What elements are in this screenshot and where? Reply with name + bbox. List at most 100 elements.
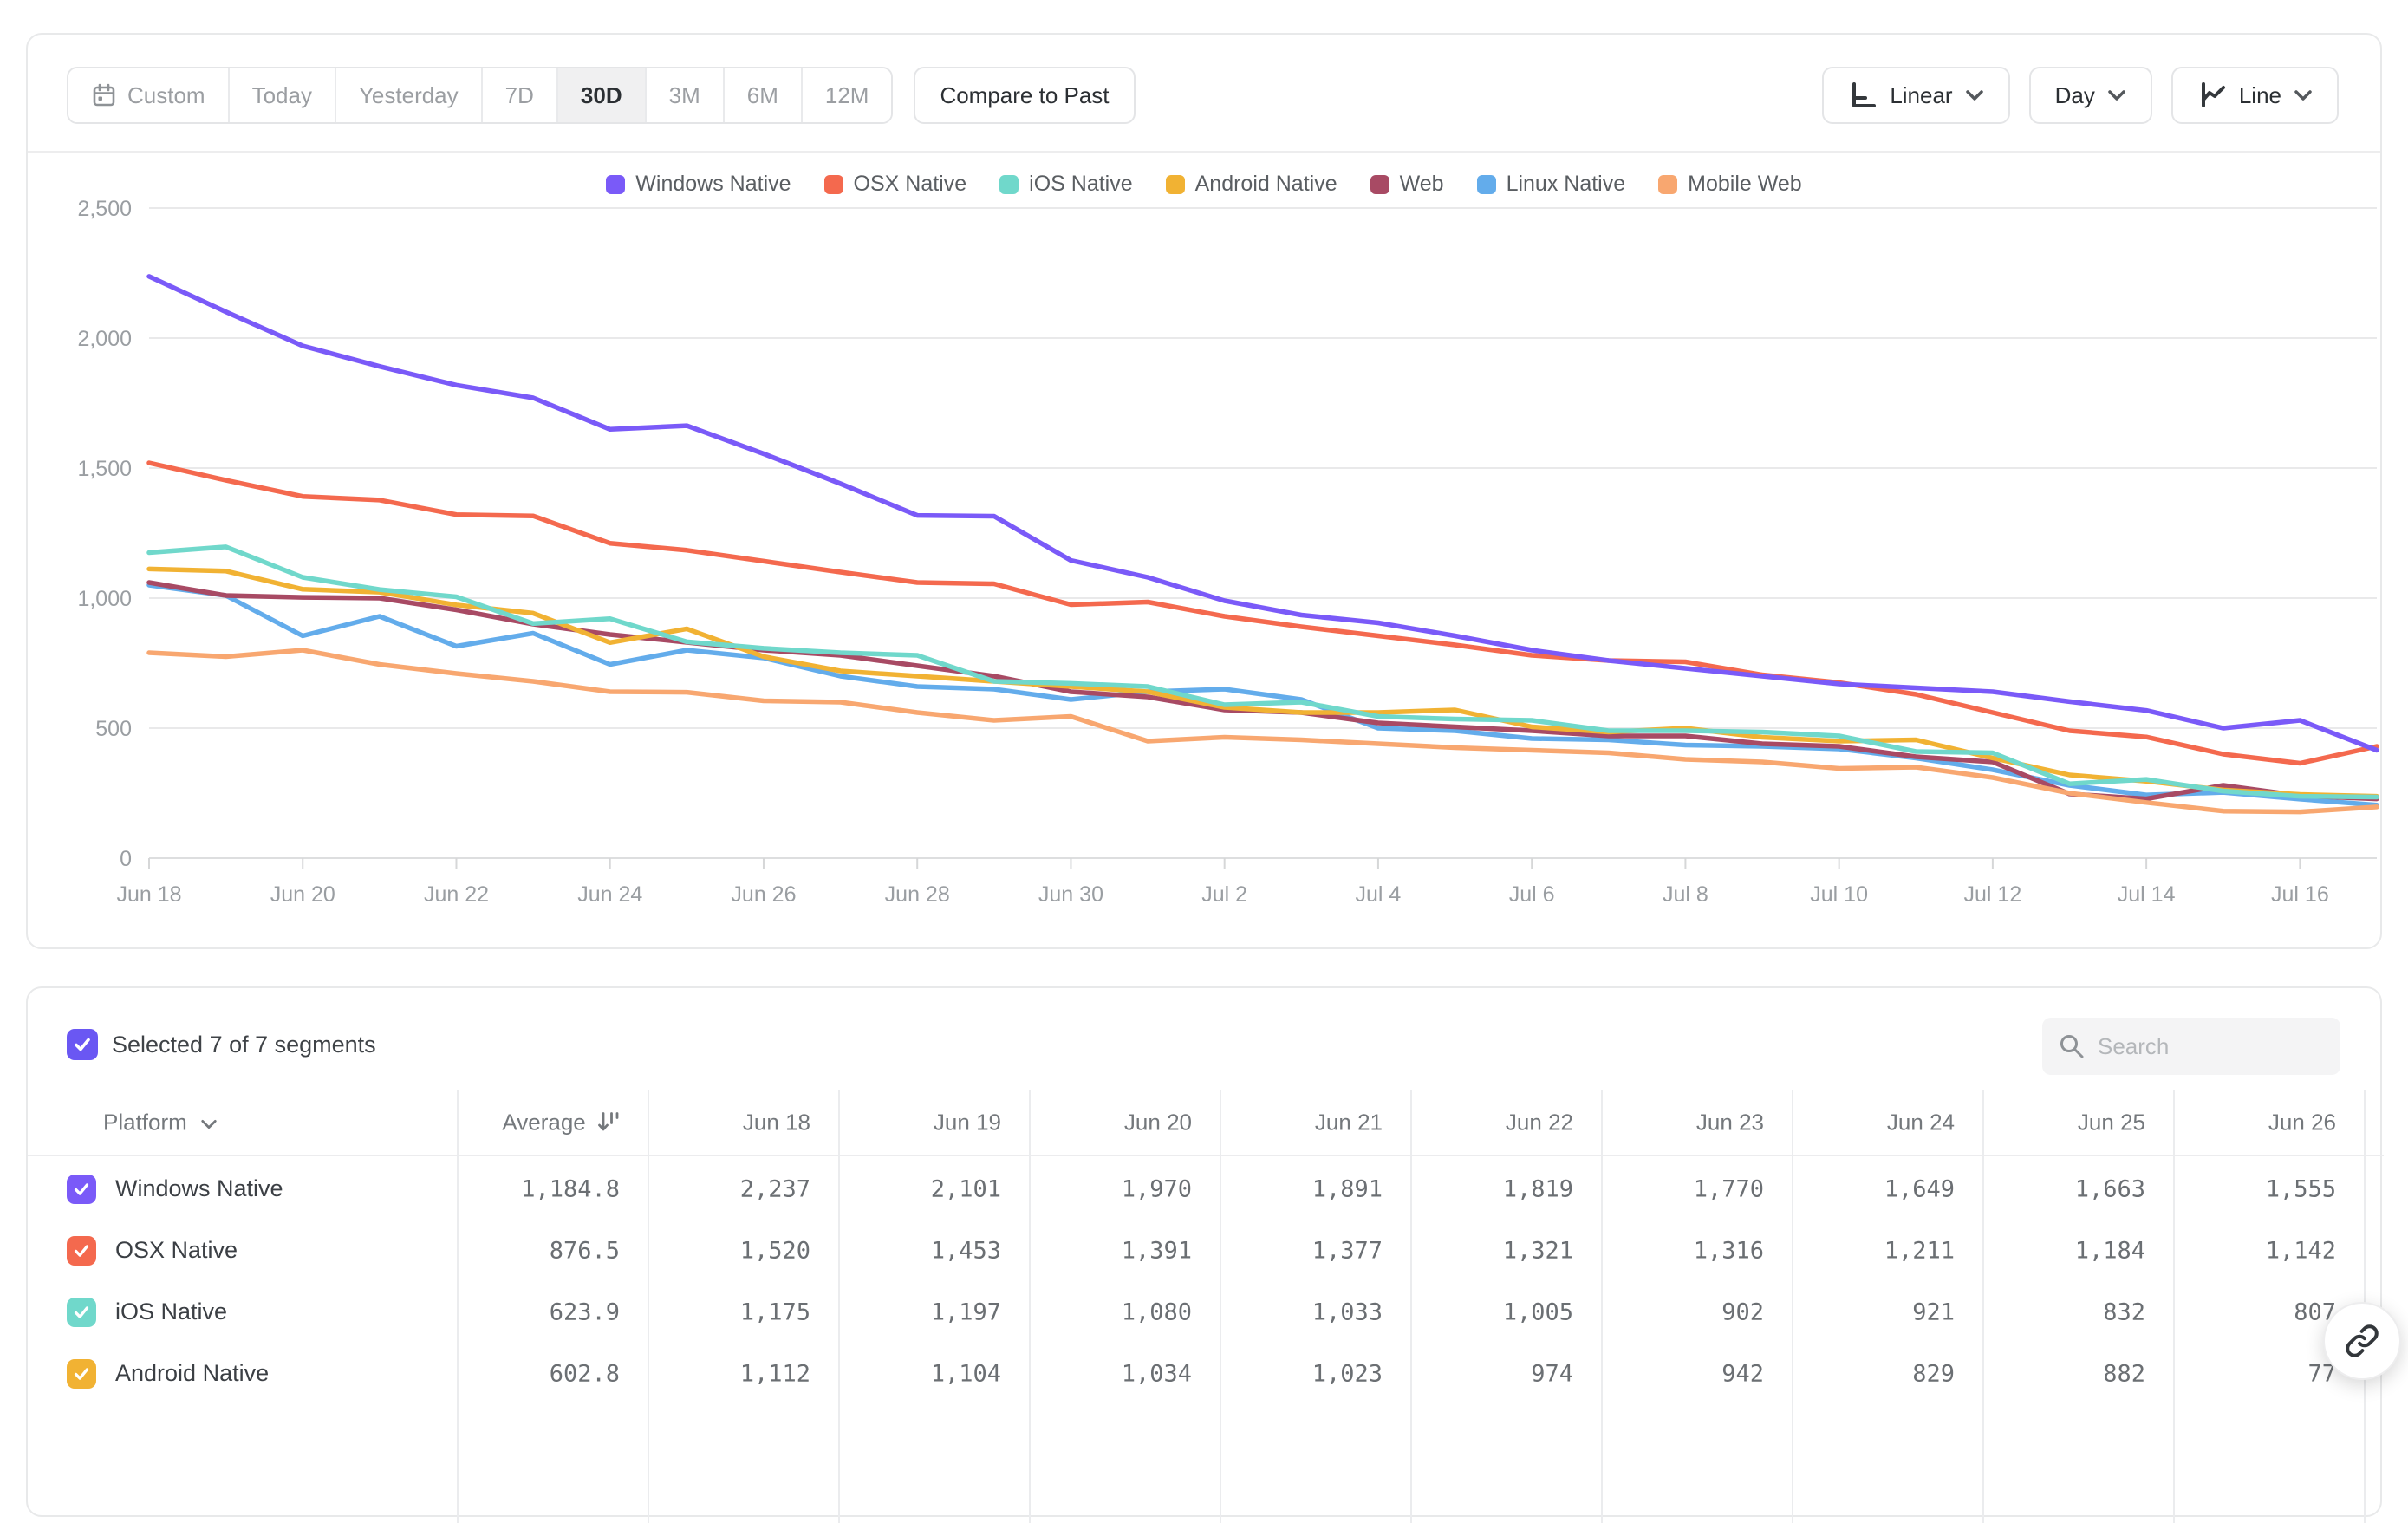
column-header-platform[interactable]: Platform <box>103 1109 218 1136</box>
y-axis-tick-label: 0 <box>120 847 132 871</box>
x-axis-tick-label: Jun 28 <box>885 882 950 907</box>
range-button-custom[interactable]: Custom <box>68 68 228 122</box>
series-line-web[interactable] <box>149 583 2377 799</box>
table-cell: 1,377 <box>1220 1237 1383 1264</box>
column-header-date[interactable]: Jun 22 <box>1410 1109 1573 1136</box>
table-cell: 1,316 <box>1601 1237 1764 1264</box>
chevron-down-icon <box>2107 89 2126 101</box>
chart-type-dropdown[interactable]: Line <box>2171 67 2339 124</box>
x-axis-tick-label: Jun 24 <box>577 882 642 907</box>
column-header-label: Jun 22 <box>1506 1109 1573 1135</box>
y-axis-tick-label: 2,500 <box>77 197 132 221</box>
table-cell: 1,453 <box>838 1237 1001 1264</box>
table-cell: 1,034 <box>1029 1360 1192 1387</box>
chart-card: Custom Today Yesterday 7D 30D 3M 6M 12M Compare… <box>26 33 2382 949</box>
range-button-today[interactable]: Today <box>228 68 335 122</box>
x-axis-tick-label: Jun 20 <box>270 882 335 907</box>
segment-checkbox-ios[interactable] <box>67 1298 96 1327</box>
column-header-date[interactable]: Jun 25 <box>1982 1109 2145 1136</box>
check-icon <box>72 1180 91 1199</box>
interval-dropdown-label: Day <box>2055 82 2095 109</box>
range-button-label: 7D <box>505 82 534 109</box>
range-button-label: 30D <box>581 82 622 109</box>
table-cell: 1,023 <box>1220 1360 1383 1387</box>
search-box[interactable] <box>2042 1018 2340 1075</box>
segments-table-card: Selected 7 of 7 segments Platform Averag… <box>26 986 2382 1517</box>
check-icon <box>72 1034 93 1055</box>
column-header-label: Jun 18 <box>743 1109 810 1135</box>
table-cell: 921 <box>1792 1298 1955 1325</box>
column-header-label: Platform <box>103 1109 187 1135</box>
table-cell: 832 <box>1982 1298 2145 1325</box>
chevron-down-icon <box>200 1118 218 1129</box>
column-header-label: Jun 26 <box>2268 1109 2336 1135</box>
column-header-date[interactable]: Jun 20 <box>1029 1109 1192 1136</box>
range-button-3m[interactable]: 3M <box>645 68 723 122</box>
segment-checkbox-osx[interactable] <box>67 1236 96 1266</box>
series-line-mobileweb[interactable] <box>149 650 2377 812</box>
column-header-date[interactable]: Jun 21 <box>1220 1109 1383 1136</box>
range-button-label: 12M <box>825 82 869 109</box>
table-cell: 1,970 <box>1029 1175 1192 1202</box>
table-cell: 1,891 <box>1220 1175 1383 1202</box>
table-cell: 2,237 <box>648 1175 810 1202</box>
select-all-checkbox[interactable] <box>67 1029 98 1060</box>
line-chart: 05001,0001,5002,0002,500Jun 18Jun 20Jun … <box>28 151 2380 947</box>
table-cell: 1,520 <box>648 1237 810 1264</box>
column-header-date[interactable]: Jun 24 <box>1792 1109 1955 1136</box>
table-cell: 1,649 <box>1792 1175 1955 1202</box>
table-cell: 1,819 <box>1410 1175 1573 1202</box>
range-button-12m[interactable]: 12M <box>801 68 892 122</box>
table-cell: 77 <box>2173 1360 2336 1387</box>
x-axis-tick-label: Jul 16 <box>2271 882 2329 907</box>
range-button-7d[interactable]: 7D <box>481 68 556 122</box>
interval-dropdown[interactable]: Day <box>2029 67 2152 124</box>
chevron-down-icon <box>2294 89 2313 101</box>
segment-checkbox-windows[interactable] <box>67 1175 96 1204</box>
sort-descending-icon <box>597 1110 620 1134</box>
search-icon <box>2058 1032 2086 1060</box>
series-line-ios[interactable] <box>149 547 2377 797</box>
column-header-label: Jun 25 <box>2078 1109 2145 1135</box>
range-button-label: 3M <box>669 82 700 109</box>
segment-checkbox-android[interactable] <box>67 1359 96 1389</box>
column-header-date[interactable]: Jun 23 <box>1601 1109 1764 1136</box>
table-cell: 1,211 <box>1792 1237 1955 1264</box>
range-button-label: Today <box>252 82 312 109</box>
table-cell: 1,175 <box>648 1298 810 1325</box>
table-cell: 902 <box>1601 1298 1764 1325</box>
column-header-label: Jun 20 <box>1124 1109 1192 1135</box>
table-row-osx: OSX Native 876.5 1,520 1,453 1,391 1,377 1,321… <box>28 1220 2384 1281</box>
column-header-date[interactable]: Jun 18 <box>648 1109 810 1136</box>
table-cell: 623.9 <box>457 1298 620 1325</box>
compare-to-past-button[interactable]: Compare to Past <box>914 67 1135 124</box>
series-line-android[interactable] <box>149 569 2377 796</box>
column-header-date[interactable]: Jun 19 <box>838 1109 1001 1136</box>
share-link-button[interactable] <box>2323 1302 2401 1380</box>
table-cell: 1,321 <box>1410 1237 1573 1264</box>
segment-name: OSX Native <box>115 1237 238 1264</box>
column-header-label: Jun 24 <box>1887 1109 1955 1135</box>
y-axis-tick-label: 500 <box>95 717 132 741</box>
column-header-label: Jun 23 <box>1696 1109 1764 1135</box>
segment-name: Android Native <box>115 1360 269 1387</box>
search-input[interactable] <box>2098 1033 2306 1060</box>
row-head: Android Native <box>67 1359 269 1389</box>
range-button-6m[interactable]: 6M <box>723 68 801 122</box>
column-header-average[interactable]: Average <box>457 1109 620 1136</box>
table-cell: 876.5 <box>457 1237 620 1264</box>
scale-dropdown[interactable]: Linear <box>1822 67 2009 124</box>
calendar-icon <box>91 82 117 108</box>
table-row-windows: Windows Native1,184.82,2372,1011,9701,89… <box>28 1158 2384 1220</box>
range-button-yesterday[interactable]: Yesterday <box>335 68 481 122</box>
table-cell: 807 <box>2173 1298 2336 1325</box>
y-axis-tick-label: 2,000 <box>77 327 132 351</box>
table-cell: 1,770 <box>1601 1175 1764 1202</box>
range-button-30d[interactable]: 30D <box>556 68 645 122</box>
range-button-label: Custom <box>127 82 205 109</box>
table-cell: 1,033 <box>1220 1298 1383 1325</box>
scale-dropdown-label: Linear <box>1890 82 1952 109</box>
table-cell: 1,391 <box>1029 1237 1192 1264</box>
chart-type-dropdown-label: Line <box>2239 82 2281 109</box>
column-header-date[interactable]: Jun 26 <box>2173 1109 2336 1136</box>
